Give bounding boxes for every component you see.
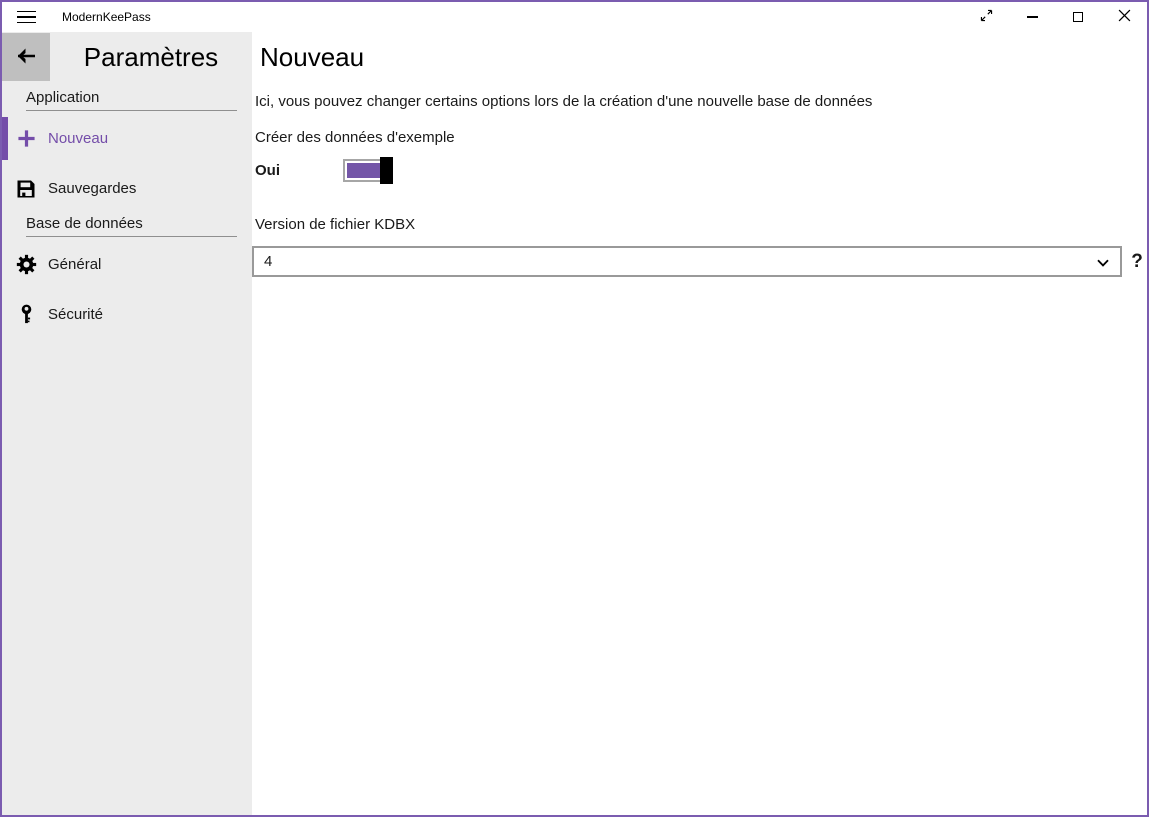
selected-indicator <box>2 117 8 160</box>
hamburger-icon <box>17 11 36 24</box>
sidebar-item-label: Sécurité <box>48 306 103 323</box>
sidebar-item-label: Sauvegardes <box>48 180 136 197</box>
app-window: ModernKeePass <box>0 0 1149 817</box>
sample-data-toggle-row: Oui <box>255 157 390 184</box>
sample-data-toggle[interactable] <box>343 159 390 182</box>
kdbx-version-value: 4 <box>264 253 272 270</box>
sample-data-label: Créer des données d'exemple <box>255 129 455 147</box>
settings-title: Paramètres <box>50 33 252 81</box>
sidebar-header: Paramètres <box>2 33 252 81</box>
app-body: Paramètres Application Nouveau <box>2 32 1147 815</box>
fullscreen-button[interactable] <box>963 2 1009 32</box>
close-icon <box>1118 9 1131 25</box>
save-icon <box>14 177 38 201</box>
back-button[interactable] <box>2 33 50 81</box>
sidebar-item-label: Nouveau <box>48 130 108 147</box>
key-icon <box>14 303 38 327</box>
maximize-icon <box>1073 12 1083 22</box>
window-controls <box>963 2 1147 32</box>
kdbx-version-select[interactable]: 4 <box>252 246 1122 277</box>
plus-icon <box>14 127 38 151</box>
section-header-application: Application <box>26 90 237 111</box>
gear-icon <box>14 253 38 277</box>
sidebar-item-nouveau[interactable]: Nouveau <box>2 115 252 162</box>
settings-page-nouveau: Nouveau Ici, vous pouvez changer certain… <box>252 32 1147 815</box>
titlebar: ModernKeePass <box>2 2 1147 32</box>
chevron-down-icon <box>1095 255 1111 276</box>
kdbx-help-button[interactable]: ? <box>1125 248 1149 276</box>
section-header-database: Base de données <box>26 216 237 237</box>
settings-sidebar: Paramètres Application Nouveau <box>2 32 252 815</box>
toggle-state-label: Oui <box>255 162 343 179</box>
window-title: ModernKeePass <box>62 2 151 32</box>
close-button[interactable] <box>1101 2 1147 32</box>
page-title: Nouveau <box>260 42 364 72</box>
sidebar-item-general[interactable]: Général <box>2 241 252 288</box>
fullscreen-icon <box>979 8 994 26</box>
minimize-icon <box>1027 16 1038 17</box>
sidebar-item-label: Général <box>48 256 101 273</box>
sidebar-item-sauvegardes[interactable]: Sauvegardes <box>2 165 252 212</box>
back-arrow-icon <box>14 44 38 71</box>
page-description: Ici, vous pouvez changer certains option… <box>255 93 872 111</box>
kdbx-version-label: Version de fichier KDBX <box>255 216 415 234</box>
maximize-button[interactable] <box>1055 2 1101 32</box>
hamburger-menu-button[interactable] <box>2 2 50 32</box>
sidebar-item-securite[interactable]: Sécurité <box>2 291 252 338</box>
toggle-thumb[interactable] <box>380 157 393 184</box>
minimize-button[interactable] <box>1009 2 1055 32</box>
titlebar-drag-area <box>151 2 963 32</box>
